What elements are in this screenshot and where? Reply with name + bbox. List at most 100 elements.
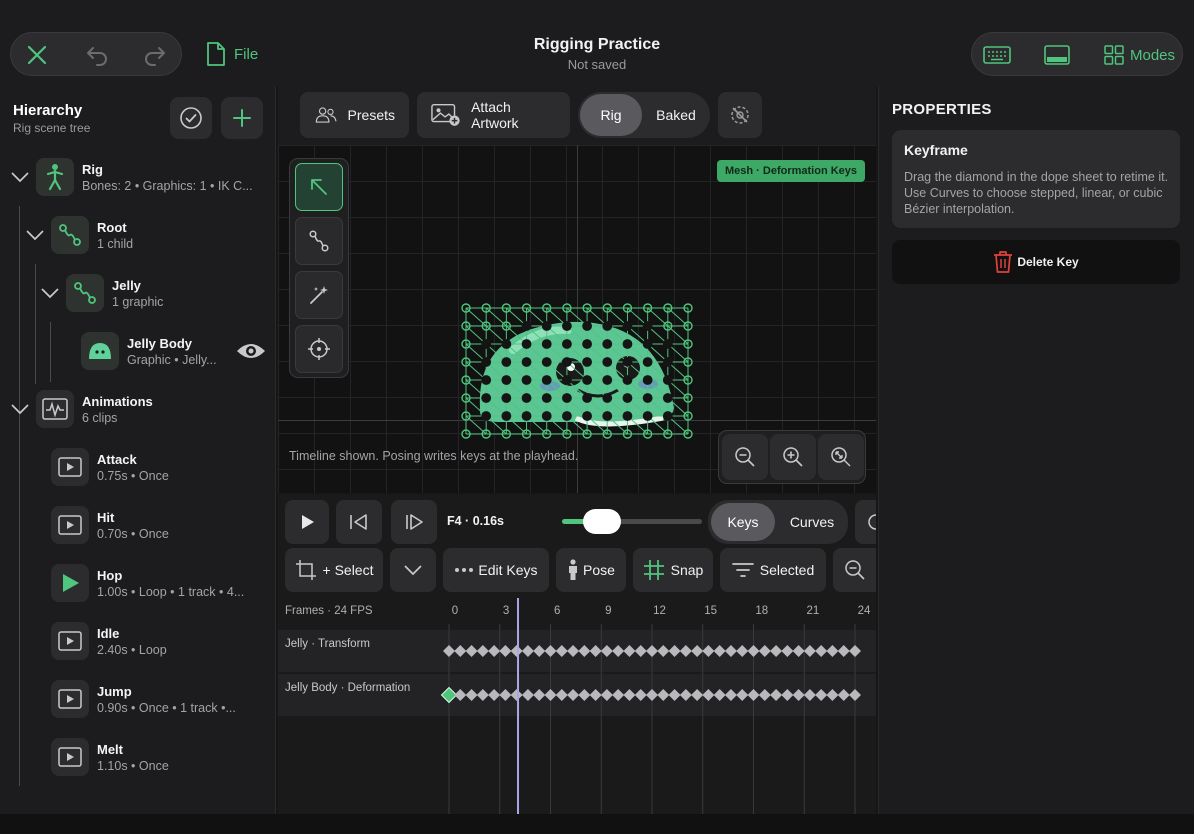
mesh-vertex[interactable] bbox=[642, 393, 653, 403]
keyframe[interactable] bbox=[849, 645, 861, 657]
mesh-vertex[interactable] bbox=[481, 357, 492, 367]
mesh-vertex[interactable] bbox=[481, 375, 492, 385]
keyframe[interactable] bbox=[849, 689, 861, 701]
mesh-vertex[interactable] bbox=[521, 321, 532, 331]
keyframe[interactable] bbox=[724, 689, 737, 701]
mesh-vertex[interactable] bbox=[622, 411, 633, 421]
clip-title[interactable]: Hit bbox=[97, 510, 114, 525]
tree-node-title[interactable]: Rig bbox=[82, 162, 103, 177]
mesh-vertex[interactable] bbox=[622, 321, 633, 331]
keyframe[interactable] bbox=[792, 645, 805, 657]
keyframe[interactable] bbox=[488, 645, 501, 657]
keyframe[interactable] bbox=[567, 645, 580, 657]
zoom-fit-button[interactable] bbox=[818, 434, 864, 480]
visibility-toggle[interactable] bbox=[236, 341, 266, 361]
keyframe[interactable] bbox=[634, 689, 647, 701]
keyframe[interactable] bbox=[770, 645, 783, 657]
mesh-vertex[interactable] bbox=[662, 375, 673, 385]
collapse-root-chevron[interactable] bbox=[25, 228, 45, 242]
mesh-vertex[interactable] bbox=[602, 393, 613, 403]
mesh-vertex[interactable] bbox=[501, 357, 512, 367]
clip-title[interactable]: Jump bbox=[97, 684, 132, 699]
mesh-vertex[interactable] bbox=[662, 339, 673, 349]
keyframe[interactable] bbox=[702, 689, 715, 701]
mesh-vertex[interactable] bbox=[662, 357, 673, 367]
keyframe[interactable] bbox=[476, 689, 489, 701]
add-node-button[interactable] bbox=[221, 97, 263, 139]
clip-title[interactable]: Melt bbox=[97, 742, 123, 757]
keyframe[interactable] bbox=[747, 689, 760, 701]
keyframe[interactable] bbox=[646, 689, 658, 701]
collapse-animations-chevron[interactable] bbox=[10, 402, 30, 416]
clip-title[interactable]: Attack bbox=[97, 452, 137, 467]
keyframe[interactable] bbox=[454, 689, 467, 701]
clip-play-button[interactable] bbox=[51, 564, 89, 602]
keyframe[interactable] bbox=[826, 689, 839, 701]
keyframe[interactable] bbox=[679, 645, 692, 657]
keys-tab[interactable]: Keys bbox=[711, 503, 775, 541]
keyframe[interactable] bbox=[646, 645, 658, 657]
mesh-vertex[interactable] bbox=[481, 339, 492, 349]
keyframe[interactable] bbox=[747, 645, 760, 657]
keyframe[interactable] bbox=[634, 645, 647, 657]
mesh-vertex[interactable] bbox=[642, 357, 653, 367]
scrub-thumb[interactable] bbox=[582, 509, 621, 534]
select-options-button[interactable] bbox=[390, 548, 436, 592]
play-button[interactable] bbox=[285, 500, 329, 544]
mesh-vertex[interactable] bbox=[602, 321, 613, 331]
keyframe[interactable] bbox=[826, 645, 839, 657]
mesh-vertex[interactable] bbox=[602, 339, 613, 349]
keyframe[interactable] bbox=[792, 689, 805, 701]
collapse-rig-chevron[interactable] bbox=[10, 170, 30, 184]
curves-tab[interactable]: Curves bbox=[780, 503, 844, 541]
clip-play-button[interactable] bbox=[51, 738, 89, 776]
keyframe[interactable] bbox=[443, 645, 455, 657]
zoom-in-button[interactable] bbox=[770, 434, 816, 480]
mesh-vertex[interactable] bbox=[602, 411, 613, 421]
hide-mesh-button[interactable] bbox=[718, 92, 762, 138]
confirm-button[interactable] bbox=[170, 97, 212, 139]
snap-button[interactable]: Snap bbox=[633, 548, 713, 592]
select-button[interactable]: + Select bbox=[285, 548, 383, 592]
keyframe[interactable] bbox=[612, 645, 625, 657]
keyframe[interactable] bbox=[815, 645, 828, 657]
keyframe[interactable] bbox=[758, 689, 771, 701]
target-tool[interactable] bbox=[295, 325, 343, 373]
baked-tab[interactable]: Baked bbox=[644, 94, 708, 136]
mesh-vertex[interactable] bbox=[521, 357, 532, 367]
bone-tool[interactable] bbox=[295, 217, 343, 265]
mesh-vertex[interactable] bbox=[562, 411, 572, 421]
keyframe[interactable] bbox=[578, 645, 591, 657]
keyframe[interactable] bbox=[600, 645, 613, 657]
keyframe[interactable] bbox=[736, 689, 749, 701]
mesh-vertex[interactable] bbox=[582, 339, 592, 349]
keyframe[interactable] bbox=[555, 645, 568, 657]
keyboard-button[interactable] bbox=[982, 41, 1012, 69]
keyframe[interactable] bbox=[476, 645, 489, 657]
keyframe[interactable] bbox=[803, 645, 816, 657]
clip-play-button[interactable] bbox=[51, 448, 89, 486]
keyframe[interactable] bbox=[623, 645, 636, 657]
mesh-vertex[interactable] bbox=[662, 393, 673, 403]
mesh-vertex[interactable] bbox=[582, 375, 592, 385]
keyframe[interactable] bbox=[702, 645, 715, 657]
keyframe[interactable] bbox=[544, 689, 557, 701]
mesh-vertex[interactable] bbox=[642, 375, 653, 385]
mesh-vertex[interactable] bbox=[622, 357, 633, 367]
mesh-vertex[interactable] bbox=[582, 411, 592, 421]
keyframe[interactable] bbox=[713, 689, 726, 701]
modes-button[interactable]: Modes bbox=[1104, 43, 1175, 67]
keyframe[interactable] bbox=[736, 645, 749, 657]
mesh-vertex[interactable] bbox=[481, 393, 492, 403]
keyframe[interactable] bbox=[510, 645, 523, 657]
keyframe[interactable] bbox=[837, 645, 850, 657]
scrub-slider[interactable] bbox=[562, 509, 702, 534]
mesh-vertex[interactable] bbox=[501, 375, 512, 385]
edit-keys-button[interactable]: Edit Keys bbox=[443, 548, 549, 592]
keyframe[interactable] bbox=[589, 689, 602, 701]
keyframe[interactable] bbox=[465, 689, 478, 701]
clip-title[interactable]: Hop bbox=[97, 568, 122, 583]
mesh-vertex[interactable] bbox=[521, 393, 532, 403]
mesh-vertex[interactable] bbox=[662, 411, 673, 421]
selected-keyframe[interactable] bbox=[440, 686, 458, 704]
